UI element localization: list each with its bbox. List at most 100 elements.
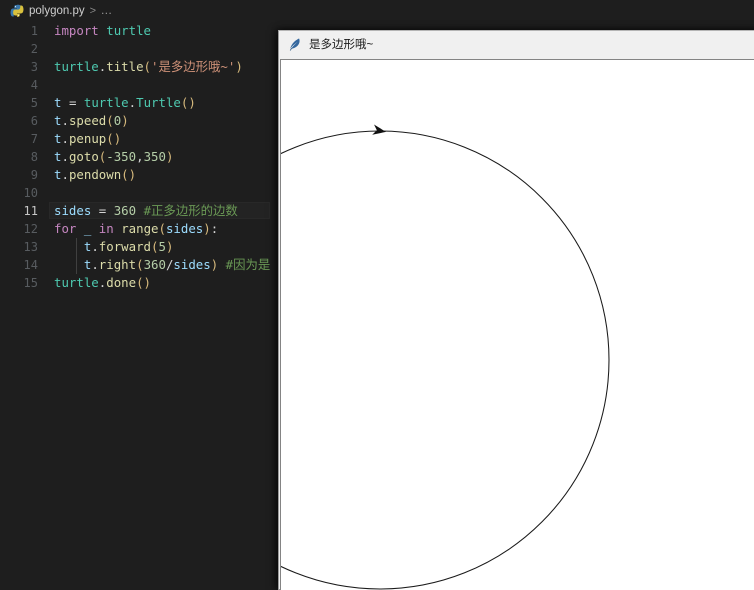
python-feather-icon — [287, 37, 302, 52]
turtle-drawn-circle — [281, 130, 610, 590]
code-token: , — [136, 149, 144, 164]
code-token: speed — [68, 113, 107, 128]
code-token: 360 — [143, 257, 166, 272]
breadcrumb-separator: > — [89, 5, 97, 17]
code-token: turtle — [54, 59, 99, 74]
line-content[interactable]: for _ in range(sides): — [54, 220, 218, 238]
line-number: 10 — [23, 186, 38, 200]
line-content[interactable]: t.speed(0) — [54, 112, 129, 130]
code-token: ( — [106, 131, 114, 146]
code-token: ( — [106, 113, 114, 128]
line-number: 2 — [30, 42, 38, 56]
code-token: for — [54, 221, 77, 236]
code-token: . — [91, 239, 99, 254]
code-token: ( — [158, 221, 166, 236]
line-content[interactable]: t.pendown() — [54, 166, 136, 184]
code-token: ) — [165, 239, 174, 254]
line-content[interactable]: t.penup() — [54, 130, 121, 148]
code-token: #正多边形的边数 — [143, 203, 238, 218]
line-number: 14 — [23, 258, 38, 272]
python-file-icon — [10, 4, 24, 18]
code-token: pendown — [68, 167, 122, 182]
breadcrumb[interactable]: polygon.py > ... — [0, 0, 754, 22]
code-token: ) — [188, 95, 196, 110]
line-number: 11 — [23, 204, 38, 218]
code-token: import — [54, 23, 99, 38]
code-token: right — [98, 257, 137, 272]
code-token: ( — [121, 167, 129, 182]
code-token: '是多边形哦~' — [151, 59, 236, 74]
code-token: penup — [68, 131, 107, 146]
line-content[interactable]: t.forward(5) — [54, 238, 174, 256]
code-token: sides — [173, 257, 211, 272]
code-token: sides — [54, 203, 92, 218]
code-token: . — [91, 257, 99, 272]
code-token: 350 — [143, 149, 166, 164]
line-number: 5 — [30, 96, 38, 110]
breadcrumb-overflow[interactable]: ... — [101, 5, 112, 17]
line-number: 15 — [23, 276, 38, 290]
code-token: ( — [136, 275, 144, 290]
line-number: 6 — [30, 114, 38, 128]
code-token: turtle — [83, 95, 129, 110]
code-token: in — [98, 221, 114, 236]
code-token: forward — [98, 239, 151, 254]
line-content[interactable]: t.goto(-350,350) — [54, 148, 173, 166]
code-token: ) — [203, 221, 211, 236]
code-token: . — [61, 113, 69, 128]
code-token: ) — [235, 59, 243, 74]
line-number: 9 — [30, 168, 38, 182]
line-number: 3 — [30, 60, 38, 74]
code-token: . — [61, 149, 69, 164]
code-token: #因为是 — [225, 257, 271, 272]
breadcrumb-filename[interactable]: polygon.py — [29, 5, 85, 17]
line-number: 1 — [30, 24, 38, 38]
code-token: ) — [128, 167, 137, 182]
code-token: ) — [143, 275, 152, 290]
line-number: 8 — [30, 150, 38, 164]
code-token: ) — [165, 149, 174, 164]
code-token: goto — [68, 149, 99, 164]
code-token: ) — [121, 113, 129, 128]
code-token: -350 — [106, 149, 137, 164]
code-token: done — [106, 275, 137, 290]
code-token: . — [128, 95, 137, 110]
line-content[interactable]: t = turtle.Turtle() — [54, 94, 196, 112]
code-token: title — [106, 59, 144, 74]
turtle-canvas[interactable] — [280, 59, 754, 590]
code-token: : — [210, 221, 219, 236]
line-content[interactable]: import turtle — [54, 22, 151, 40]
code-token: ( — [143, 59, 152, 74]
code-token: . — [61, 167, 69, 182]
code-token: 360 — [113, 203, 137, 218]
line-number: 4 — [30, 78, 38, 92]
code-token: Turtle — [136, 95, 181, 110]
line-number: 7 — [30, 132, 38, 146]
turtle-graphics-window[interactable]: 是多边形哦~ — [278, 30, 754, 590]
turtle-window-titlebar[interactable]: 是多边形哦~ — [279, 31, 754, 57]
line-content[interactable]: turtle.done() — [54, 274, 151, 292]
code-token: turtle — [54, 275, 99, 290]
code-token: . — [61, 131, 69, 146]
code-token: ( — [136, 257, 144, 272]
code-token: ) — [113, 131, 122, 146]
line-number: 13 — [23, 240, 38, 254]
line-content[interactable]: t.right(360/sides) #因为是 — [54, 256, 270, 274]
line-content[interactable]: sides = 360 #正多边形的边数 — [54, 202, 238, 220]
code-token: range — [121, 221, 159, 236]
line-content[interactable]: turtle.title('是多边形哦~') — [54, 58, 243, 76]
line-number: 12 — [23, 222, 38, 236]
turtle-window-title: 是多边形哦~ — [309, 39, 374, 51]
code-token: 5 — [158, 239, 166, 254]
code-token: turtle — [106, 23, 151, 38]
